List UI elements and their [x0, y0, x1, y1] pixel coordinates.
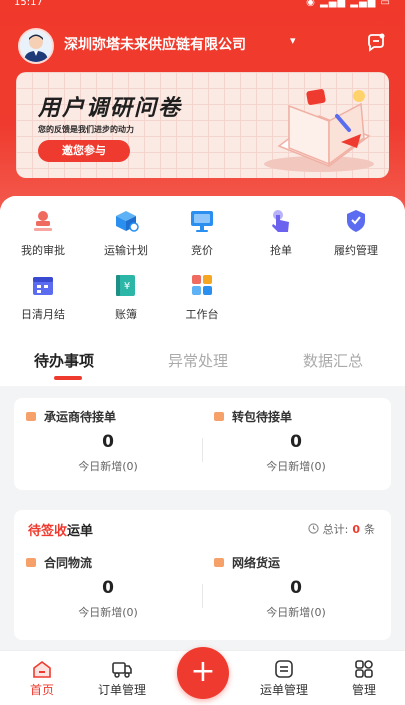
company-name[interactable]: 深圳弥塔未来供应链有限公司 — [64, 34, 246, 54]
content-sheet: 我的审批 运输计划 竞价 抢单 履约管理 日清月结 ¥ 账簿 工作台 待办事项 … — [0, 196, 405, 656]
cube-plan-icon — [116, 211, 139, 232]
card-title-rest: 运单 — [67, 524, 94, 539]
stat-title: 网络货运 — [232, 556, 281, 570]
stat-value: 0 — [290, 432, 302, 452]
truck-icon — [112, 662, 132, 678]
card-total: 总计: 0 条 — [308, 521, 375, 537]
status-time: 15:17 — [14, 0, 43, 8]
tap-icon — [272, 210, 289, 232]
stat-today: 今日新增(0) — [78, 460, 138, 473]
tab-pending[interactable]: 待办事项 — [34, 350, 94, 371]
user-avatar-icon — [20, 30, 52, 62]
menu-label: 抢单 — [270, 244, 292, 257]
header-background: 15:17 ◉ ▂▄▆ ▂▄▆ ▭ 深圳弥塔未来供应链有限公司 ▾ 用户调研问卷… — [0, 0, 405, 210]
tab-data-summary[interactable]: 数据汇总 — [303, 350, 363, 371]
stat-header: 网络货运 — [214, 554, 280, 571]
stat-header: 转包待接单 — [214, 408, 292, 425]
tab-management[interactable]: 管理 — [324, 659, 404, 698]
carrier-pending-stat[interactable]: 承运商待接单 0 今日新增(0) — [14, 398, 202, 488]
apps-icon — [355, 660, 373, 678]
tab-orders[interactable]: 订单管理 — [82, 659, 162, 698]
grid-icon — [192, 275, 212, 295]
menu-label: 履约管理 — [334, 244, 378, 257]
message-icon[interactable] — [365, 32, 387, 54]
monitor-icon — [191, 211, 213, 232]
menu-item-daily-monthly[interactable]: 日清月结 — [6, 264, 80, 321]
active-tab-indicator — [54, 376, 82, 380]
stat-header: 合同物流 — [26, 554, 92, 571]
waybill-icon — [275, 660, 293, 678]
ledger-icon: ¥ — [116, 275, 135, 296]
calendar-icon — [33, 277, 53, 295]
chevron-down-icon[interactable]: ▾ — [290, 34, 296, 47]
card-title: 待签收运单 — [28, 520, 93, 539]
tab-exceptions[interactable]: 异常处理 — [168, 350, 228, 371]
clock-icon — [308, 523, 319, 534]
survey-clipboard-illustration-icon — [264, 89, 374, 172]
network-freight-stat[interactable]: 网络货运 0 今日新增(0) — [202, 544, 390, 634]
tab-home[interactable]: 首页 — [2, 659, 82, 698]
bullet-icon — [214, 412, 224, 421]
menu-item-grab-order[interactable]: 抢单 — [244, 200, 318, 257]
menu-label: 我的审批 — [21, 244, 65, 257]
menu-label: 工作台 — [185, 308, 219, 321]
menu-item-ledger[interactable]: ¥ 账簿 — [89, 264, 163, 321]
menu-item-transport-plan[interactable]: 运输计划 — [89, 200, 163, 257]
pending-receipt-card: 待签收运单 总计: 0 条 合同物流 0 今日新增(0) 网络货运 0 今日新增(0… — [14, 510, 391, 640]
banner-join-button[interactable]: 邀您参与 — [38, 140, 130, 162]
quick-menu: 我的审批 运输计划 竞价 抢单 履约管理 日清月结 ¥ 账簿 工作台 待办事项 … — [0, 196, 405, 386]
menu-item-fulfillment[interactable]: 履约管理 — [319, 200, 393, 257]
tab-label: 订单管理 — [97, 683, 146, 697]
stat-value: 0 — [102, 578, 114, 598]
svg-text:¥: ¥ — [124, 281, 130, 292]
stat-today: 今日新增(0) — [266, 606, 326, 619]
stat-title: 承运商待接单 — [44, 410, 117, 424]
survey-banner[interactable]: 用户调研问卷 您的反馈是我们进步的动力 邀您参与 — [16, 72, 389, 178]
pending-orders-card: 承运商待接单 0 今日新增(0) 转包待接单 0 今日新增(0) — [14, 398, 391, 490]
stamp-icon — [34, 211, 52, 231]
stat-value: 0 — [290, 578, 302, 598]
tab-waybills[interactable]: 运单管理 — [244, 659, 324, 698]
total-value: 0 — [352, 523, 360, 536]
contract-logistics-stat[interactable]: 合同物流 0 今日新增(0) — [14, 544, 202, 634]
stat-header: 承运商待接单 — [26, 408, 116, 425]
menu-label: 日清月结 — [21, 308, 65, 321]
status-bar: 15:17 ◉ ▂▄▆ ▂▄▆ ▭ — [0, 0, 405, 14]
total-unit: 条 — [364, 523, 375, 536]
card-title-highlight: 待签收 — [28, 524, 68, 539]
add-button[interactable]: + — [177, 647, 229, 699]
stat-today: 今日新增(0) — [266, 460, 326, 473]
banner-title: 用户调研问卷 — [38, 96, 183, 121]
shield-icon — [347, 210, 365, 232]
bottom-tab-bar: 首页 订单管理 + 运单管理 管理 — [0, 647, 405, 705]
stat-title: 转包待接单 — [232, 410, 293, 424]
stat-today: 今日新增(0) — [78, 606, 138, 619]
total-label: 总计: — [322, 523, 349, 536]
menu-label: 账簿 — [115, 308, 137, 321]
menu-label: 运输计划 — [104, 244, 148, 257]
banner-subtitle: 您的反馈是我们进步的动力 — [38, 125, 134, 134]
bullet-icon — [26, 558, 36, 567]
stat-value: 0 — [102, 432, 114, 452]
tab-label: 首页 — [29, 683, 54, 697]
subcontract-pending-stat[interactable]: 转包待接单 0 今日新增(0) — [202, 398, 390, 488]
bullet-icon — [214, 558, 224, 567]
menu-item-bidding[interactable]: 竞价 — [165, 200, 239, 257]
tab-label: 运单管理 — [259, 683, 308, 697]
tab-label: 管理 — [351, 683, 376, 697]
avatar[interactable] — [18, 28, 54, 64]
stat-title: 合同物流 — [44, 556, 93, 570]
menu-label: 竞价 — [191, 244, 213, 257]
home-icon — [33, 661, 51, 678]
bullet-icon — [26, 412, 36, 421]
status-system-icons: ◉ ▂▄▆ ▂▄▆ ▭ — [306, 0, 391, 8]
menu-item-workbench[interactable]: 工作台 — [165, 264, 239, 321]
menu-item-approval[interactable]: 我的审批 — [6, 200, 80, 257]
